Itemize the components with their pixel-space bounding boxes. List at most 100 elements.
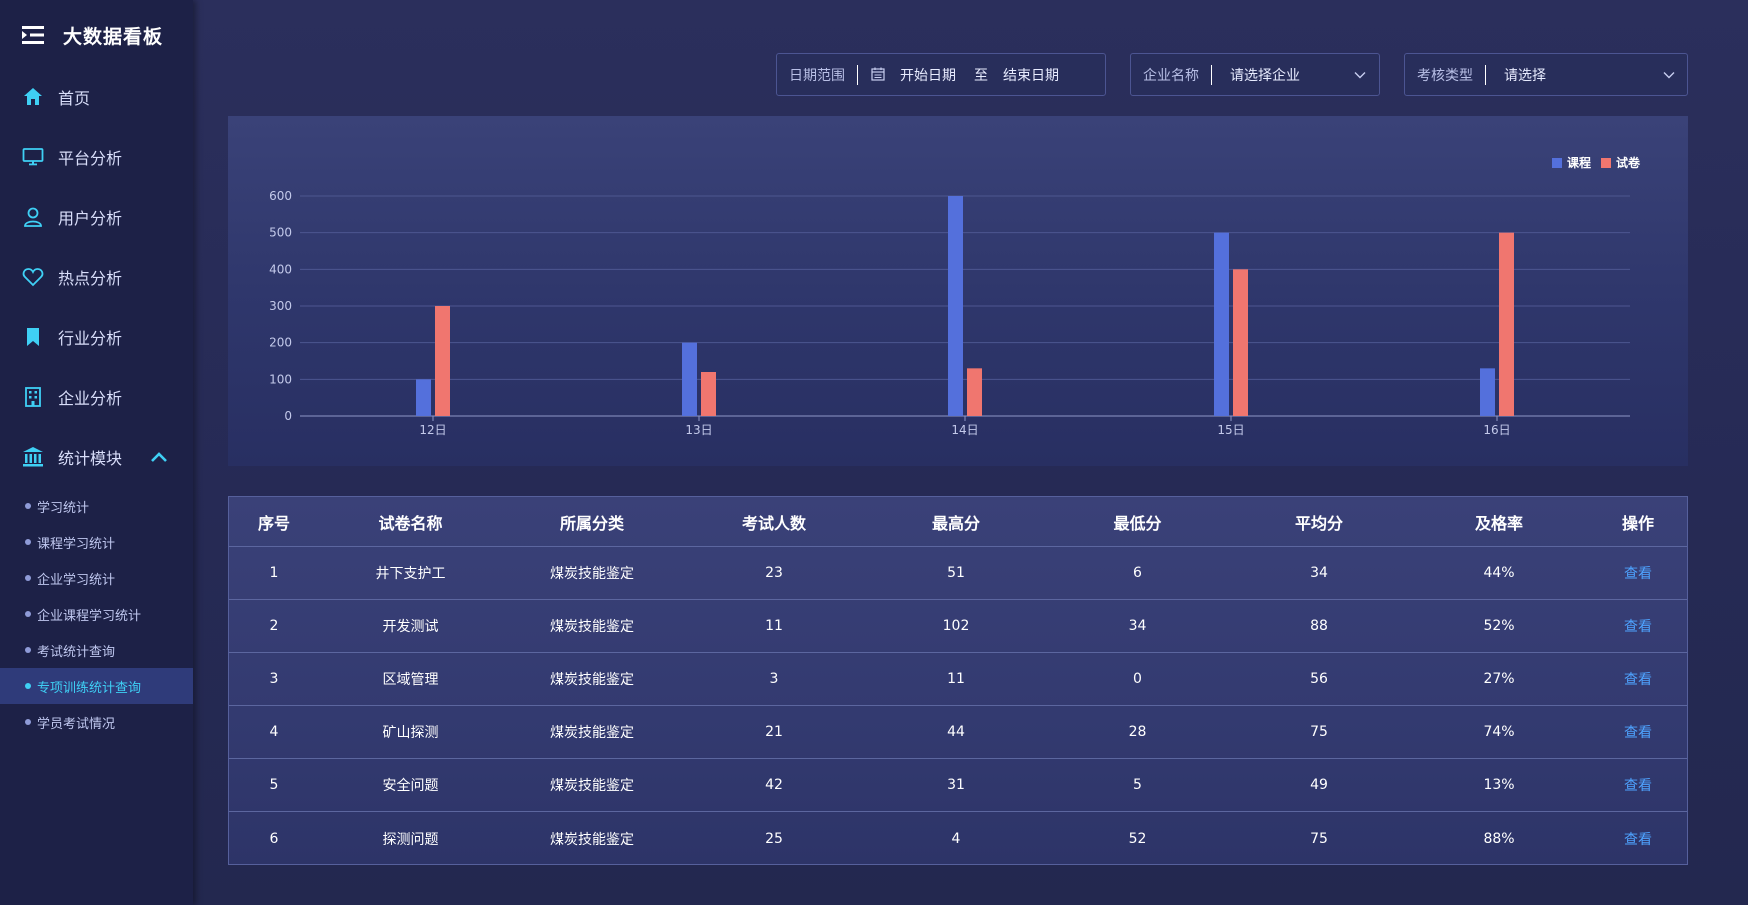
cell-avg-score: 75 xyxy=(1310,830,1328,847)
x-tick-label: 13日 xyxy=(685,423,712,437)
y-tick-label: 200 xyxy=(269,336,292,350)
col-header-max-score: 最高分 xyxy=(931,513,980,533)
cell-max-score: 44 xyxy=(947,724,965,740)
table-row: 2 开发测试 煤炭技能鉴定 11 102 34 88 52% 查看 xyxy=(229,600,1687,653)
home-icon xyxy=(24,88,42,105)
view-link[interactable]: 查看 xyxy=(1589,600,1687,652)
exam-type-label: 考核类型 xyxy=(1417,67,1473,84)
x-tick-label: 14日 xyxy=(951,423,978,437)
cell-pass-rate: 27% xyxy=(1483,671,1515,687)
company-select-value: 请选择企业 xyxy=(1230,67,1300,84)
brand: 大数据看板 xyxy=(0,0,193,70)
table-row: 3 区域管理 煤炭技能鉴定 3 11 0 56 27% 查看 xyxy=(229,653,1687,706)
table-header-row: 序号 试卷名称 所属分类 考试人数 最高分 最低分 平均分 及格率 操作 xyxy=(229,497,1687,547)
company-label: 企业名称 xyxy=(1143,67,1199,84)
cell-max-score: 11 xyxy=(947,671,965,687)
cell-pass-rate: 44% xyxy=(1483,565,1515,581)
cell-index: 3 xyxy=(269,671,279,687)
date-range-picker[interactable]: 日期范围 开始日期 至 结束日期 xyxy=(776,53,1106,96)
bullet-dot-icon xyxy=(25,539,31,545)
cell-index: 5 xyxy=(269,777,279,793)
cell-index: 6 xyxy=(269,830,279,847)
cell-max-score: 4 xyxy=(951,830,961,847)
nav-item-platform-analysis[interactable]: 平台分析 xyxy=(0,132,193,182)
divider xyxy=(857,65,858,85)
start-date-input[interactable]: 开始日期 xyxy=(900,65,956,85)
sub-item-special-training-stats[interactable]: 专项训练统计查询 xyxy=(0,668,193,704)
cell-examinees: 25 xyxy=(765,830,783,847)
exam-stats-table: 序号 试卷名称 所属分类 考试人数 最高分 最低分 平均分 及格率 操作 1 井下… xyxy=(228,496,1688,865)
cell-min-score: 6 xyxy=(1133,565,1142,581)
cell-category: 煤炭技能鉴定 xyxy=(550,672,634,688)
view-link[interactable]: 查看 xyxy=(1589,706,1687,758)
menu-collapse-icon[interactable] xyxy=(22,26,44,44)
cell-category: 煤炭技能鉴定 xyxy=(550,566,634,582)
table-row: 6 探测问题 煤炭技能鉴定 25 4 52 75 88% 查看 xyxy=(229,812,1687,865)
cell-min-score: 52 xyxy=(1128,830,1147,847)
end-date-input[interactable]: 结束日期 xyxy=(1003,65,1059,85)
view-link[interactable]: 查看 xyxy=(1589,653,1687,705)
sub-item-study-stats[interactable]: 学习统计 xyxy=(0,488,193,524)
cell-pass-rate: 88% xyxy=(1483,830,1515,847)
legend-swatch xyxy=(1551,157,1562,168)
company-select[interactable]: 企业名称 请选择企业 xyxy=(1130,53,1380,96)
bar-chart-panel: 0 100 200 300 400 500 600 12日 13日 14日 15日 16日 课程 试卷 xyxy=(228,116,1688,466)
nav-item-statistics-module[interactable]: 统计模块 xyxy=(0,432,193,482)
table-row: 5 安全问题 煤炭技能鉴定 42 31 5 49 13% 查看 xyxy=(229,759,1687,812)
sub-item-student-exam-status[interactable]: 学员考试情况 xyxy=(0,704,193,740)
cell-paper-name: 探测问题 xyxy=(382,831,439,848)
sub-item-company-study-stats[interactable]: 企业学习统计 xyxy=(0,560,193,596)
sub-item-course-study-stats[interactable]: 课程学习统计 xyxy=(0,524,193,560)
nav-label: 热点分析 xyxy=(58,269,123,288)
building-icon xyxy=(25,387,41,407)
cell-avg-score: 56 xyxy=(1310,671,1328,687)
nav-label: 用户分析 xyxy=(58,209,123,228)
col-header-min-score: 最低分 xyxy=(1113,513,1162,533)
bullet-dot-icon xyxy=(25,611,31,617)
cell-max-score: 51 xyxy=(947,565,965,581)
nav-item-home[interactable]: 首页 xyxy=(0,72,193,122)
bullet-dot-icon xyxy=(25,503,31,509)
col-header-pass-rate: 及格率 xyxy=(1474,513,1523,533)
view-link[interactable]: 查看 xyxy=(1589,812,1687,865)
col-header-avg-score: 平均分 xyxy=(1294,513,1343,533)
calendar-icon xyxy=(871,67,885,81)
legend-item-paper[interactable]: 试卷 xyxy=(1600,154,1640,171)
cell-pass-rate: 52% xyxy=(1483,618,1515,634)
cell-min-score: 34 xyxy=(1128,618,1147,634)
bar-chart: 0 100 200 300 400 500 600 12日 13日 14日 15日 16日 xyxy=(269,189,1630,437)
nav-label: 首页 xyxy=(58,89,91,108)
legend-label: 试卷 xyxy=(1615,156,1640,170)
cell-max-score: 31 xyxy=(947,777,965,793)
col-header-examinees: 考试人数 xyxy=(741,513,806,533)
chevron-up-icon[interactable] xyxy=(150,451,168,463)
nav-label: 行业分析 xyxy=(58,329,123,348)
cell-examinees: 21 xyxy=(765,724,783,740)
bar-paper xyxy=(1233,269,1248,416)
monitor-icon xyxy=(22,148,44,166)
legend-item-course[interactable]: 课程 xyxy=(1551,154,1591,171)
bullet-dot-icon xyxy=(25,647,31,653)
sub-item-label: 专项训练统计查询 xyxy=(37,680,142,696)
view-link[interactable]: 查看 xyxy=(1589,759,1687,811)
user-icon xyxy=(24,207,42,227)
nav-item-industry-analysis[interactable]: 行业分析 xyxy=(0,312,193,362)
heart-icon xyxy=(22,268,44,287)
view-link[interactable]: 查看 xyxy=(1589,547,1687,599)
sub-item-company-course-stats[interactable]: 企业课程学习统计 xyxy=(0,596,193,632)
y-tick-label: 400 xyxy=(269,262,292,276)
exam-type-select[interactable]: 考核类型 请选择 xyxy=(1404,53,1688,96)
cell-examinees: 3 xyxy=(769,671,779,687)
nav-label: 统计模块 xyxy=(58,449,123,468)
divider xyxy=(1485,65,1486,85)
nav-item-hotspot-analysis[interactable]: 热点分析 xyxy=(0,252,193,302)
nav-item-user-analysis[interactable]: 用户分析 xyxy=(0,192,193,242)
sub-item-label: 课程学习统计 xyxy=(37,536,116,552)
nav-item-company-analysis[interactable]: 企业分析 xyxy=(0,372,193,422)
nav-label: 企业分析 xyxy=(58,389,123,408)
nav-label: 平台分析 xyxy=(58,149,123,168)
bar-course xyxy=(1480,368,1495,416)
cell-category: 煤炭技能鉴定 xyxy=(550,778,634,794)
sub-item-exam-stats-query[interactable]: 考试统计查询 xyxy=(0,632,193,668)
cell-paper-name: 安全问题 xyxy=(382,778,439,794)
